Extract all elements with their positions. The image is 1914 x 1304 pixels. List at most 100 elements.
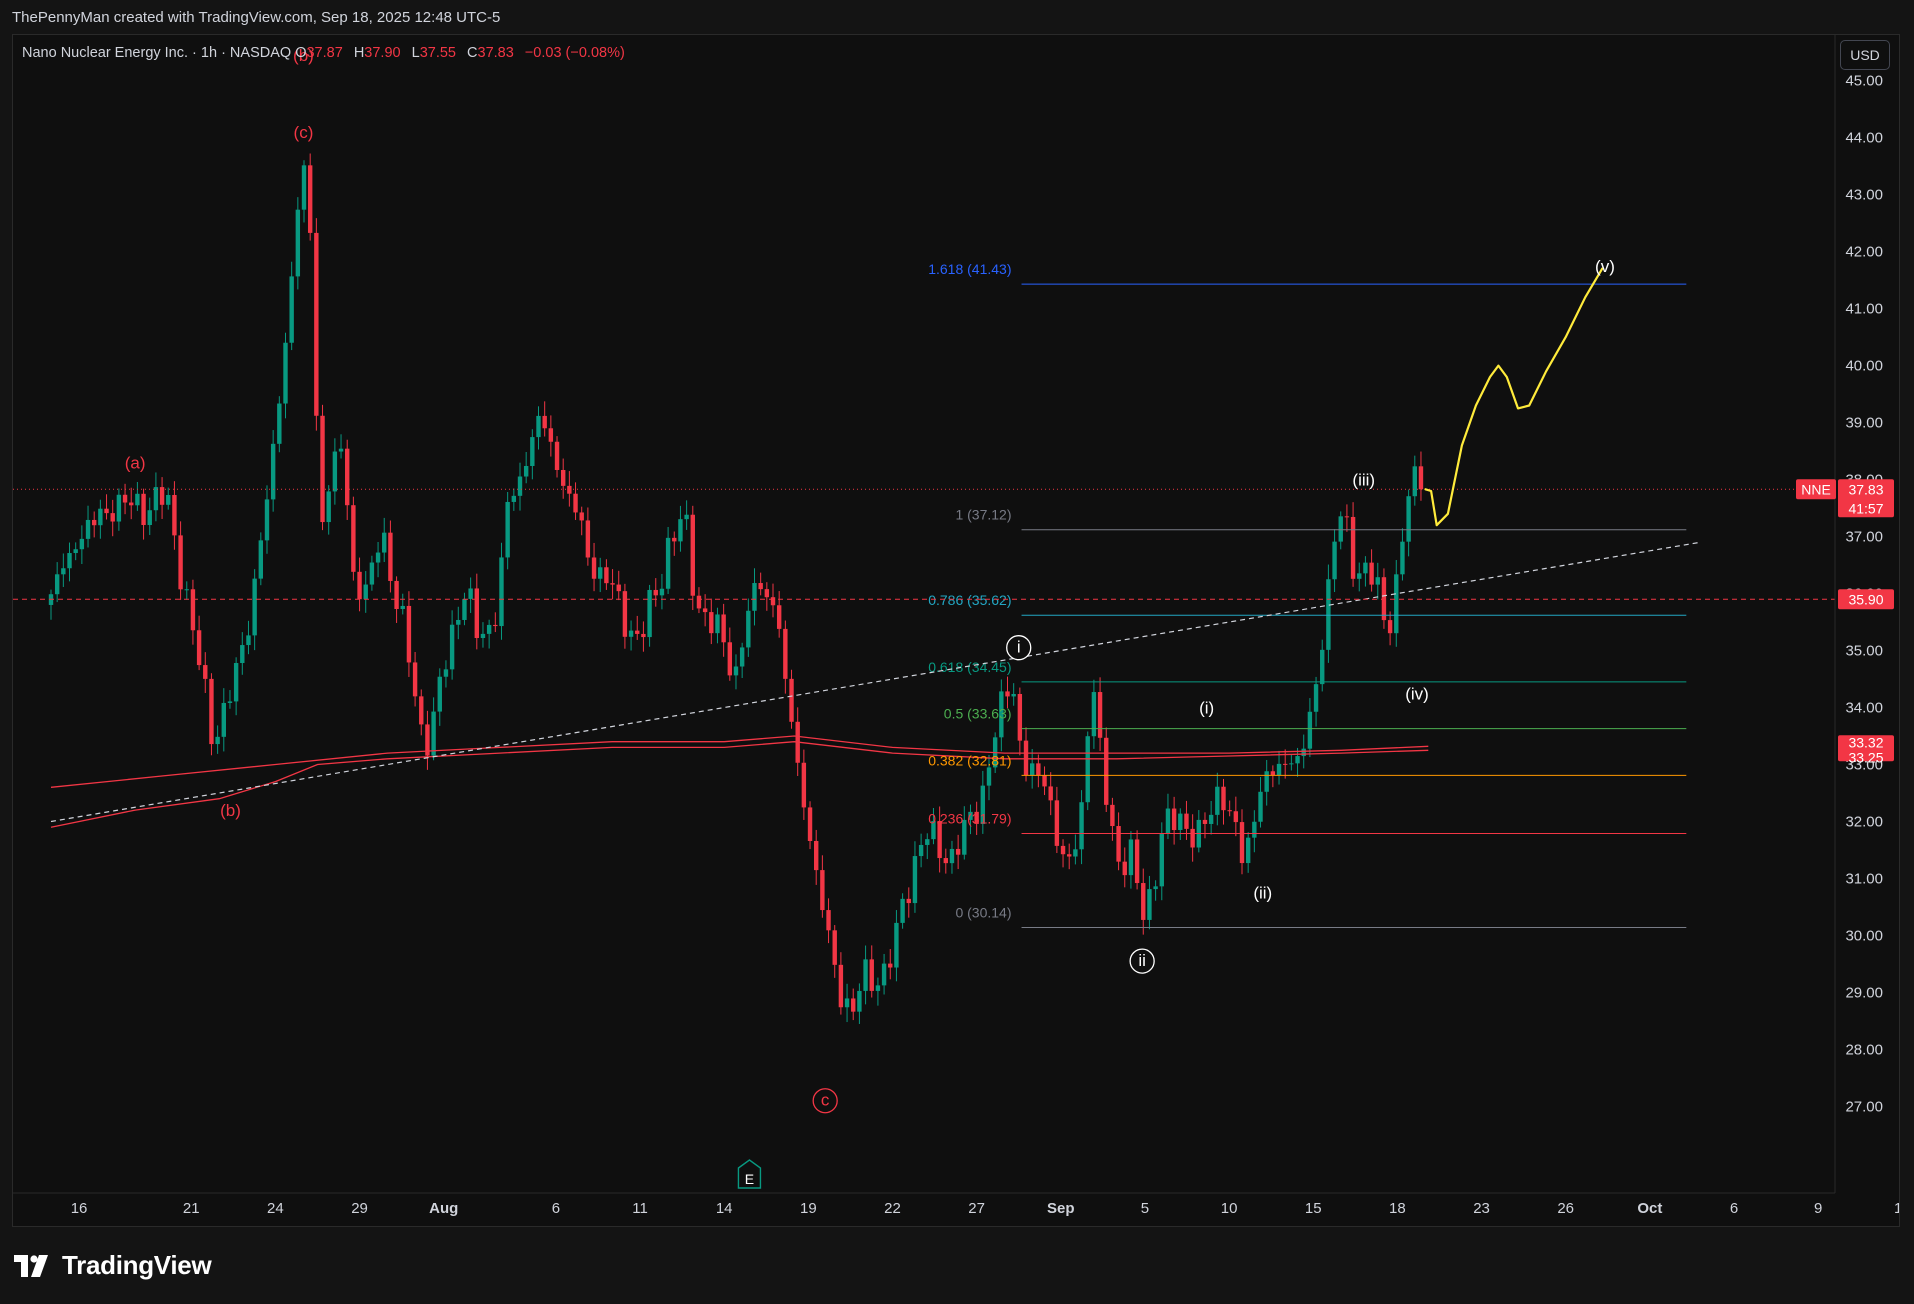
- candle-body: [789, 678, 794, 722]
- candle-body: [764, 589, 770, 598]
- candle-body: [456, 619, 461, 625]
- x-tick-label: 27: [968, 1200, 985, 1217]
- candle-body: [1412, 466, 1417, 497]
- wave-label: i: [1017, 638, 1021, 657]
- candle-body: [814, 840, 819, 871]
- candle-body: [1295, 756, 1300, 764]
- candle-body: [221, 702, 226, 737]
- fibonacci-layer: 1.618 (41.43) 1 (37.12) 0.786 (35.62) 0.618…: [928, 261, 1687, 928]
- candle-body: [1252, 821, 1257, 838]
- candle-body: [511, 495, 517, 502]
- candle-body: [1264, 771, 1269, 792]
- candle-body: [227, 701, 233, 703]
- candle-body: [1141, 883, 1146, 920]
- candle-body: [949, 848, 955, 864]
- candle-body: [388, 532, 393, 581]
- candle-body: [295, 209, 301, 277]
- candle-body: [104, 508, 109, 514]
- candle-body: [1202, 819, 1208, 824]
- candle-body: [1320, 649, 1325, 685]
- x-tick-label: 24: [267, 1200, 284, 1217]
- candle-body: [1400, 541, 1405, 575]
- candle-body: [678, 519, 683, 542]
- candle-body: [1357, 573, 1362, 579]
- candle-body: [1178, 813, 1183, 831]
- moving-average-layer: [50, 735, 1429, 828]
- candle-body: [1048, 786, 1053, 801]
- candle-body: [357, 571, 362, 600]
- candle-body: [955, 848, 961, 855]
- candle-body: [820, 870, 825, 911]
- y-tick-label: 41.00: [1845, 301, 1883, 318]
- moving-average-line: [50, 735, 1429, 788]
- candle-body: [1350, 516, 1356, 579]
- x-tick-label: 10: [1221, 1200, 1238, 1217]
- x-tick-label: 9: [1814, 1200, 1822, 1217]
- candle-body: [1091, 692, 1097, 737]
- candle-body: [289, 276, 294, 343]
- candle-body: [672, 537, 677, 542]
- candle-body: [122, 494, 128, 503]
- fib-level-label: 1 (37.12): [955, 507, 1011, 523]
- candle-body: [178, 535, 183, 590]
- candle-body: [1171, 808, 1177, 831]
- candle-body: [147, 510, 152, 526]
- y-tick-label: 42.00: [1845, 244, 1883, 261]
- price-chart[interactable]: 1.618 (41.43) 1 (37.12) 0.786 (35.62) 0.618…: [13, 35, 1899, 1226]
- x-tick-label: 19: [800, 1200, 817, 1217]
- tradingview-brand: TradingView: [14, 1250, 212, 1281]
- legend-title: Nano Nuclear Energy Inc. · 1h · NASDAQ: [22, 45, 292, 61]
- candle-body: [888, 963, 893, 968]
- candle-body: [79, 538, 85, 550]
- candle-body: [1283, 763, 1288, 765]
- candle-body: [1079, 802, 1084, 850]
- candle-body: [474, 588, 479, 639]
- legend-change: −0.03 (−0.08%): [524, 45, 625, 61]
- candle-body: [937, 821, 942, 859]
- symbol-legend: Nano Nuclear Energy Inc. · 1h · NASDAQ O…: [22, 45, 632, 61]
- y-tick-label: 40.00: [1845, 358, 1883, 375]
- candle-body: [67, 553, 72, 569]
- chart-frame[interactable]: 1.618 (41.43) 1 (37.12) 0.786 (35.62) 0.618…: [12, 34, 1900, 1227]
- candle-body: [345, 448, 350, 506]
- fib-level-label: 0 (30.14): [955, 904, 1011, 920]
- candle-body: [1159, 833, 1164, 887]
- legend-open-value: 37.87: [306, 45, 343, 61]
- x-tick-label: 6: [552, 1200, 560, 1217]
- candle-body: [363, 584, 368, 600]
- candle-body: [1165, 808, 1171, 834]
- candle-body: [1418, 466, 1424, 490]
- candle-body: [560, 469, 566, 486]
- candle-body: [1067, 854, 1072, 857]
- candle-body: [696, 595, 702, 609]
- x-tick-label: 14: [716, 1200, 733, 1217]
- candle-body: [585, 520, 591, 558]
- candle-body: [844, 998, 850, 1008]
- candle-body: [801, 762, 807, 808]
- candle-body: [1023, 740, 1029, 776]
- candle-body: [604, 567, 609, 584]
- candle-body: [746, 610, 751, 648]
- fib-level-label: 0.236 (31.79): [928, 810, 1011, 826]
- candle-body: [1153, 886, 1158, 890]
- x-tick-label: Aug: [429, 1200, 458, 1217]
- candle-body: [153, 487, 159, 511]
- candle-body: [449, 624, 455, 670]
- wave-labels-layer: (a)(b)(c)(b)ciii(i)(ii)(iii)(iv)(v)E: [125, 46, 1615, 1189]
- candle-body: [412, 662, 418, 697]
- candle-body: [1184, 813, 1189, 829]
- candle-body: [807, 807, 813, 841]
- currency-button[interactable]: USD: [1840, 40, 1890, 70]
- candle-body: [203, 665, 208, 679]
- candle-body: [406, 605, 412, 663]
- wave-label: (iv): [1405, 684, 1429, 703]
- legend-low-label: L: [411, 45, 420, 61]
- x-tick-label: 23: [1473, 1200, 1490, 1217]
- candle-body: [1005, 691, 1010, 697]
- candle-body: [826, 910, 831, 931]
- legend-low-value: 37.55: [419, 45, 456, 61]
- y-tick-label: 37.00: [1845, 529, 1883, 546]
- candle-body: [635, 630, 640, 634]
- candle-body: [1227, 810, 1232, 812]
- candle-body: [73, 549, 78, 554]
